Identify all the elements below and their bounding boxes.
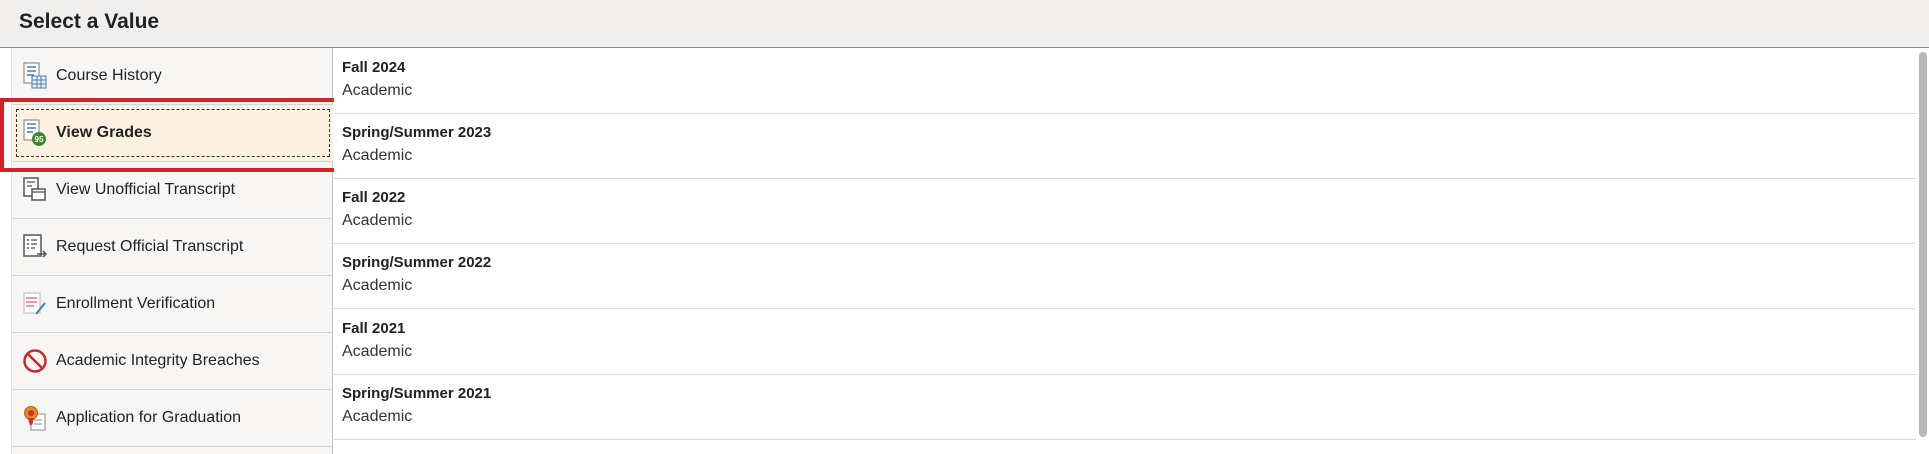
sidebar-item-label: Request Official Transcript	[56, 238, 244, 255]
sidebar-item-course-history[interactable]: Course History	[12, 48, 333, 105]
term-row[interactable]: Fall 2021 Academic	[334, 310, 1920, 375]
term-career: Academic	[342, 277, 413, 294]
term-name: Fall 2024	[342, 59, 406, 76]
unofficial-transcript-icon	[22, 176, 48, 204]
term-career: Academic	[342, 82, 413, 99]
grades-badge-text: 95	[35, 135, 44, 144]
term-name: Spring/Summer 2023	[342, 124, 492, 141]
term-career: Academic	[342, 212, 413, 229]
term-row[interactable]: Fall 2024 Academic	[334, 49, 1920, 114]
sidebar-item-label: View Grades	[56, 124, 152, 141]
sidebar-item-label: Enrollment Verification	[56, 295, 216, 312]
sidebar-item-request-official-transcript[interactable]: Request Official Transcript	[12, 219, 333, 276]
scrollbar-thumb[interactable]	[1919, 52, 1927, 437]
sidebar-item-label: View Unofficial Transcript	[56, 181, 236, 198]
term-name: Fall 2021	[342, 320, 406, 337]
course-history-icon	[22, 62, 48, 90]
term-list: Fall 2024 Academic Spring/Summer 2023 Ac…	[334, 49, 1920, 454]
prohibited-icon	[22, 347, 48, 375]
term-career: Academic	[342, 147, 413, 164]
term-career: Academic	[342, 343, 413, 360]
sidebar-item-view-unofficial-transcript[interactable]: View Unofficial Transcript	[12, 162, 333, 219]
enrollment-verification-icon	[22, 290, 48, 318]
term-career: Academic	[342, 408, 413, 425]
term-name: Spring/Summer 2022	[342, 254, 492, 271]
dialog-header: Select a Value	[0, 0, 1929, 48]
sidebar: Course History 95 View Grades View Unoff…	[11, 48, 333, 454]
dialog-title: Select a Value	[19, 10, 160, 33]
sidebar-item-view-grades[interactable]: 95 View Grades	[12, 105, 333, 162]
term-row[interactable]: Spring/Summer 2021 Academic	[334, 375, 1920, 440]
view-grades-icon: 95	[22, 119, 48, 147]
sidebar-item-application-for-graduation[interactable]: Application for Graduation	[12, 390, 333, 447]
term-row[interactable]: Spring/Summer 2023 Academic	[334, 114, 1920, 179]
sidebar-item-label: Course History	[56, 67, 162, 84]
sidebar-item-academic-integrity-breaches[interactable]: Academic Integrity Breaches	[12, 333, 333, 390]
term-row[interactable]: Fall 2022 Academic	[334, 179, 1920, 244]
sidebar-item-label: Academic Integrity Breaches	[56, 352, 260, 369]
request-transcript-icon	[22, 233, 48, 261]
graduation-ribbon-icon	[22, 404, 48, 432]
term-name: Fall 2022	[342, 189, 406, 206]
term-name: Spring/Summer 2021	[342, 385, 492, 402]
vertical-scrollbar[interactable]	[1916, 49, 1929, 454]
term-row[interactable]: Spring/Summer 2022 Academic	[334, 244, 1920, 309]
sidebar-item-enrollment-verification[interactable]: Enrollment Verification	[12, 276, 333, 333]
sidebar-item-label: Application for Graduation	[56, 409, 241, 426]
